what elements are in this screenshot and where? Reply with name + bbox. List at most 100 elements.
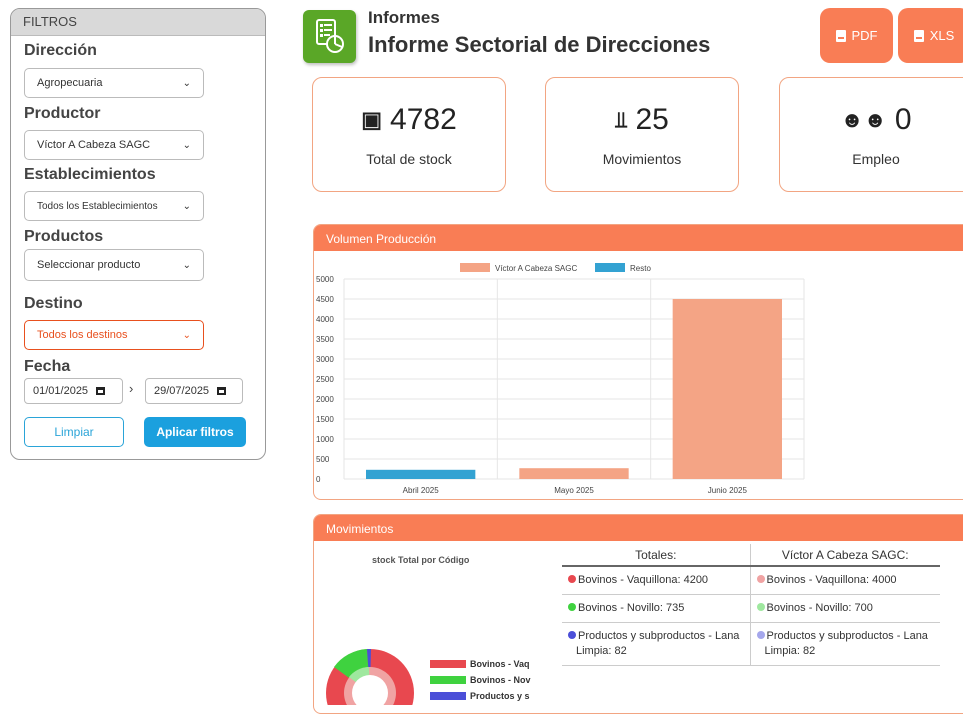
- pdf-file-icon: [835, 29, 846, 42]
- legend-label: Resto: [630, 264, 651, 273]
- xls-label: XLS: [929, 28, 955, 43]
- filters-panel: FILTROS Dirección Agropecuaria ⌄ Product…: [10, 8, 266, 460]
- x-tick-label: Mayo 2025: [554, 486, 594, 495]
- status-dot: [568, 631, 576, 639]
- production-panel: Volumen Producción 0 500 1000 1500 2000 2500 3…: [313, 224, 963, 500]
- y-tick-label: 0: [316, 475, 321, 484]
- y-tick-label: 5000: [316, 275, 334, 284]
- productos-label: Productos: [24, 228, 104, 245]
- status-dot: [568, 603, 576, 611]
- status-dot: [756, 631, 765, 639]
- stat-label: Empleo: [852, 151, 900, 167]
- movements-panel: Movimientos stock Total por Código Bovin…: [313, 514, 963, 714]
- establecimientos-label: Establecimientos: [24, 166, 156, 183]
- y-tick-label: 4000: [316, 315, 334, 324]
- legend-label: Bovinos - Nov: [470, 675, 531, 685]
- y-tick-label: 2000: [316, 395, 334, 404]
- users-icon: ☻☻: [840, 107, 887, 132]
- destino-label: Destino: [24, 295, 83, 312]
- productor-value: Víctor A Cabeza SAGC: [37, 139, 151, 151]
- breadcrumb: Informes: [368, 8, 440, 27]
- producer-cell: Bovinos - Vaquillona: 4000: [766, 574, 897, 586]
- stat-value: 4782: [390, 103, 457, 136]
- producer-cell: Bovinos - Novillo: 700: [766, 602, 873, 614]
- export-pdf-button[interactable]: PDF: [820, 8, 893, 63]
- y-tick-label: 500: [316, 455, 330, 464]
- direccion-value: Agropecuaria: [37, 77, 103, 89]
- producer-cell: Productos y subproductos - Lana Limpia: …: [764, 630, 928, 657]
- productor-select[interactable]: Víctor A Cabeza SAGC ⌄: [24, 130, 204, 160]
- total-cell: Bovinos - Vaquillona: 4200: [578, 574, 709, 586]
- totals-header: Totales:: [562, 544, 750, 567]
- legend-swatch: [430, 676, 466, 684]
- producer-header: Víctor A Cabeza SAGC:: [749, 544, 940, 567]
- status-dot: [756, 575, 765, 583]
- total-cell: Bovinos - Novillo: 735: [578, 602, 685, 614]
- production-panel-title: Volumen Producción: [314, 225, 963, 251]
- production-bar-chart: 0 500 1000 1500 2000 2500 3000 3500 4000 4500 5000…: [316, 263, 805, 495]
- clear-filters-button[interactable]: Limpiar: [24, 417, 124, 447]
- bar: [366, 469, 476, 479]
- legend-label: Productos y s: [470, 691, 530, 701]
- y-tick-label: 1500: [316, 415, 334, 424]
- pie-title: stock Total por Código: [372, 555, 470, 565]
- xls-file-icon: [913, 29, 924, 42]
- stock-pie-chart: Bovinos - Vaq Bovinos - Nov Productos y …: [326, 648, 531, 705]
- export-xls-button[interactable]: XLS: [898, 8, 963, 63]
- date-from-input[interactable]: 01/01/2025: [24, 378, 123, 404]
- destino-select[interactable]: Todos los destinos ⌄: [24, 320, 204, 350]
- page-title: Informe Sectorial de Direcciones: [368, 32, 711, 57]
- date-to-input[interactable]: 29/07/2025: [145, 378, 243, 404]
- bar: [672, 299, 782, 479]
- pdf-label: PDF: [851, 28, 878, 43]
- legend-swatch: [460, 263, 490, 272]
- y-tick-label: 2500: [316, 375, 334, 384]
- date-separator: ›: [129, 381, 134, 396]
- date-to-value: 29/07/2025: [154, 385, 210, 397]
- calendar-icon[interactable]: [217, 387, 227, 395]
- legend-label: Bovinos - Vaq: [470, 659, 530, 669]
- date-from-value: 01/01/2025: [33, 385, 89, 397]
- direccion-label: Dirección: [24, 42, 97, 59]
- totals-table: Totales: Víctor A Cabeza SAGC: Bovinos -…: [562, 544, 940, 666]
- destino-value: Todos los destinos: [37, 329, 128, 341]
- stat-value: 25: [635, 103, 669, 136]
- x-tick-label: Abril 2025: [403, 486, 440, 495]
- bar: [519, 468, 629, 479]
- productos-value: Seleccionar producto: [37, 259, 141, 271]
- calendar-icon[interactable]: [96, 387, 106, 395]
- establecimientos-select[interactable]: Todos los Establecimientos ⌄: [24, 191, 204, 221]
- apply-filters-button[interactable]: Aplicar filtros: [144, 417, 246, 447]
- status-dot: [756, 603, 765, 611]
- dolly-icon: ⫫: [615, 107, 628, 132]
- chevron-down-icon: ⌄: [182, 259, 191, 271]
- legend-swatch: [595, 263, 625, 272]
- establecimientos-value: Todos los Establecimientos: [37, 200, 158, 212]
- x-tick-label: Junio 2025: [708, 486, 748, 495]
- table-row: Bovinos - Novillo: 735 Bovinos - Novillo…: [562, 594, 940, 623]
- stat-label: Movimientos: [602, 151, 682, 167]
- table-row: Bovinos - Vaquillona: 4200 Bovinos - Vaq…: [562, 566, 940, 595]
- stat-value: 0: [894, 103, 912, 136]
- legend-swatch: [430, 660, 466, 668]
- chevron-down-icon: ⌄: [182, 329, 191, 341]
- productos-select[interactable]: Seleccionar producto ⌄: [24, 249, 204, 281]
- table-row: Productos y subproductos - Lana Limpia: …: [562, 622, 940, 666]
- stat-card-movements: ⫫ 25 Movimientos: [545, 77, 739, 192]
- stat-card-stock: ▣ 4782 Total de stock: [312, 77, 506, 192]
- report-logo: [303, 10, 356, 63]
- chevron-down-icon: ⌄: [182, 77, 191, 89]
- y-tick-label: 1000: [316, 435, 334, 444]
- direccion-select[interactable]: Agropecuaria ⌄: [24, 68, 204, 98]
- movements-panel-title: Movimientos: [314, 515, 963, 541]
- legend-label: Víctor A Cabeza SAGC: [495, 264, 577, 273]
- stat-card-employment: ☻☻ 0 Empleo: [779, 77, 963, 192]
- stat-label: Total de stock: [366, 151, 452, 167]
- productor-label: Productor: [24, 105, 101, 122]
- y-tick-label: 3500: [316, 335, 334, 344]
- y-tick-label: 3000: [316, 355, 334, 364]
- boxes-icon: ▣: [361, 107, 383, 132]
- status-dot: [568, 575, 576, 583]
- total-cell: Productos y subproductos - Lana Limpia: …: [576, 630, 740, 657]
- chevron-down-icon: ⌄: [182, 139, 191, 151]
